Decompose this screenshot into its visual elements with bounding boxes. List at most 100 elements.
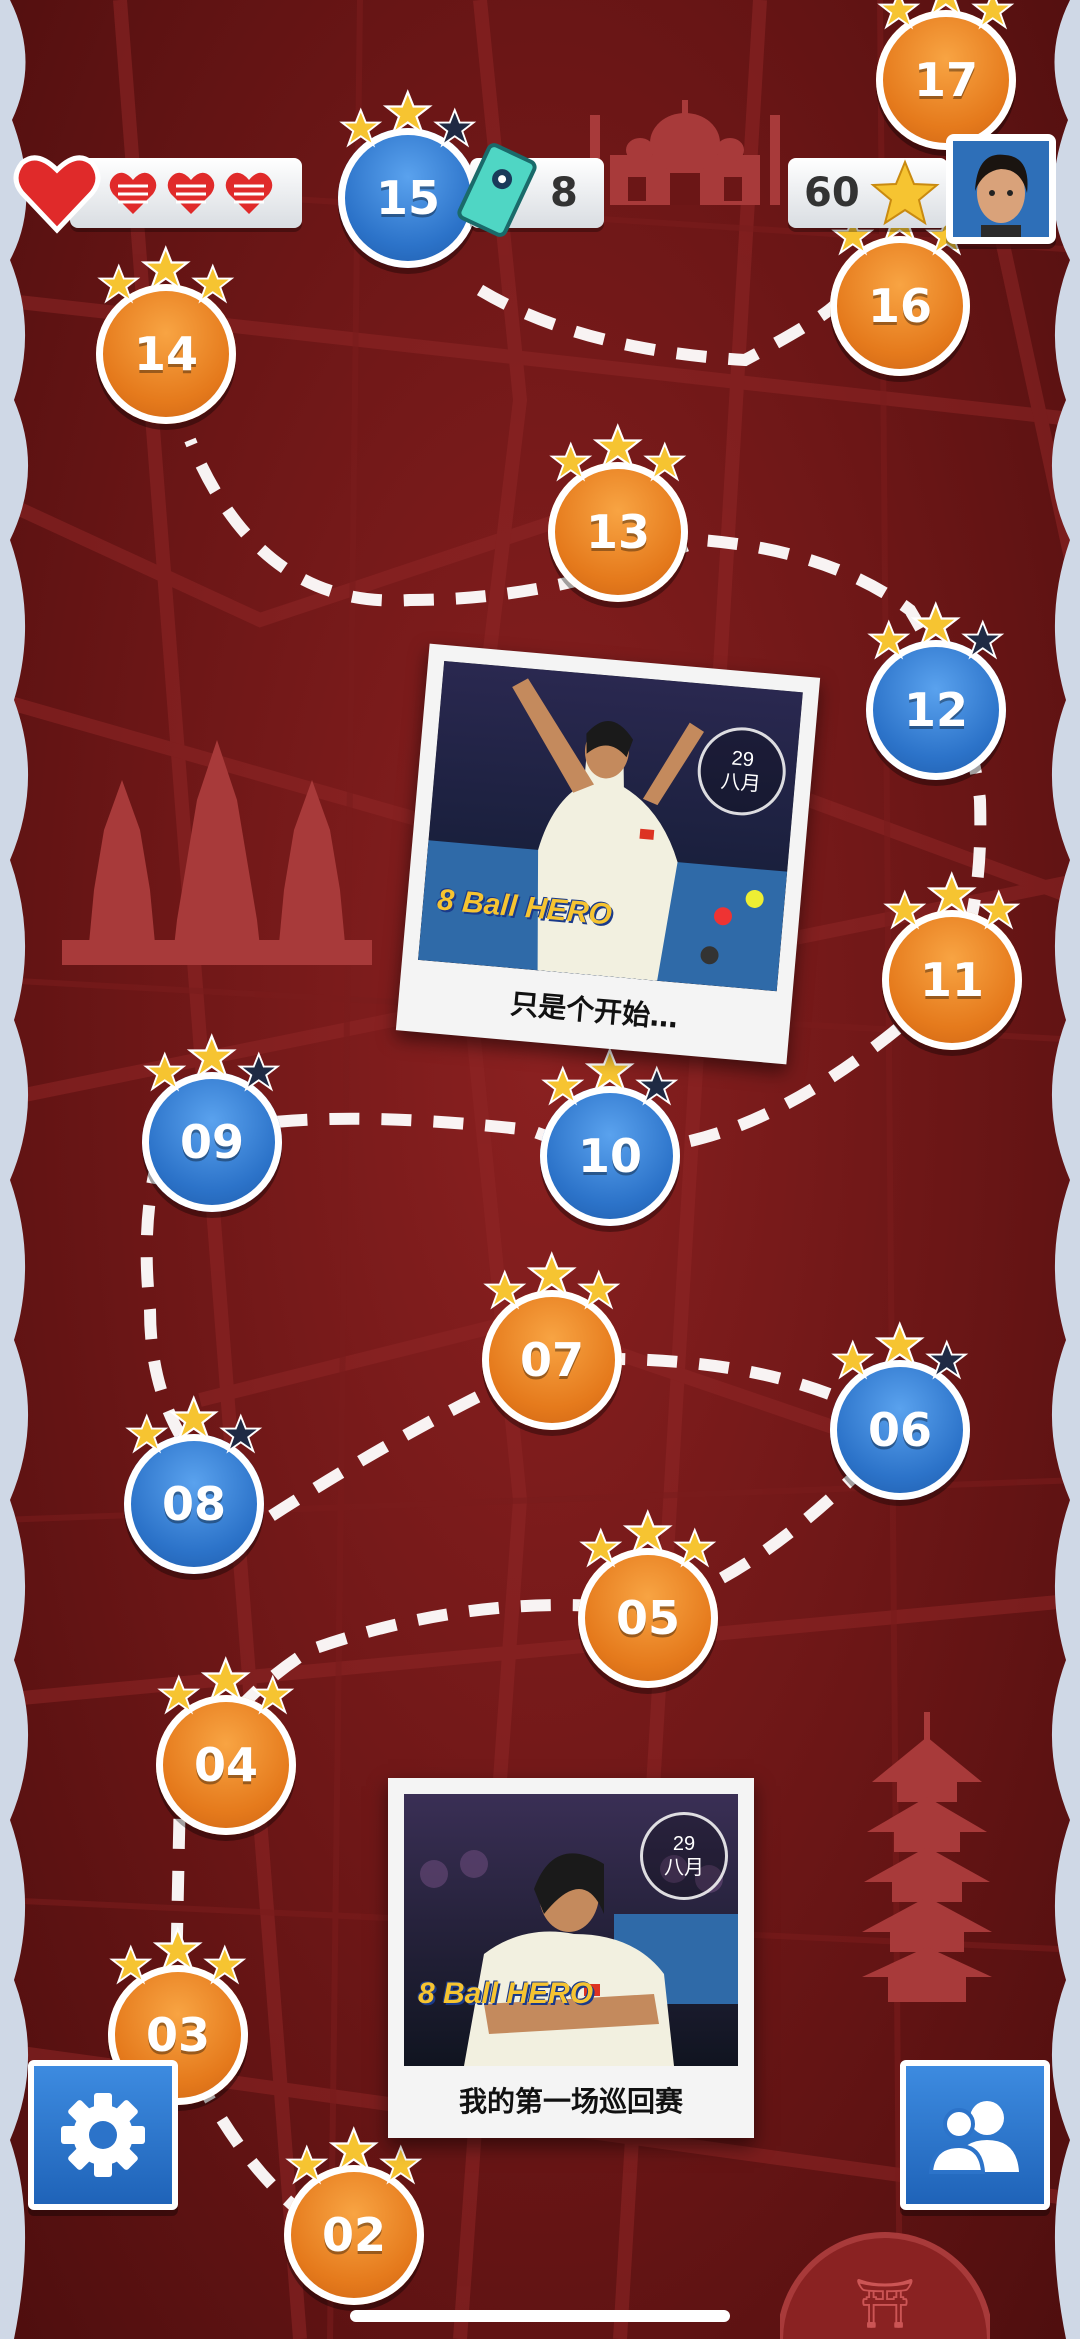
level-number: 08 xyxy=(161,1477,226,1531)
game-logo-2: 8 Ball HERO xyxy=(418,1977,594,2010)
photo-card-2[interactable]: 29 八月 8 Ball HERO 我的第一场巡回赛 xyxy=(388,1778,754,2138)
level-number: 03 xyxy=(145,2008,210,2062)
level-node-07[interactable]: 07 xyxy=(482,1251,622,1430)
level-stars xyxy=(109,1926,247,1985)
star-count: 60 xyxy=(804,170,860,216)
heart-icon xyxy=(13,155,101,234)
star-empty-icon xyxy=(219,1413,263,1454)
star-filled-icon xyxy=(910,601,961,648)
star-filled-icon xyxy=(977,889,1021,930)
star-empty-icon xyxy=(237,1051,281,1092)
star-filled-icon xyxy=(929,0,963,18)
star-filled-icon xyxy=(168,1395,219,1442)
level-node-05[interactable]: 05 xyxy=(578,1509,718,1688)
star-filled-icon xyxy=(143,1051,187,1092)
star-filled-icon xyxy=(285,2144,329,2185)
level-node-08[interactable]: 08 xyxy=(124,1395,264,1574)
cue-card-count: 8 xyxy=(550,170,578,216)
star-filled-icon xyxy=(186,1033,237,1080)
level-number: 07 xyxy=(519,1333,584,1387)
level-stars xyxy=(157,1656,295,1715)
star-filled-icon xyxy=(883,889,927,930)
level-stars xyxy=(579,1509,717,1568)
level-node-16[interactable]: 16 xyxy=(830,197,970,376)
level-node-17[interactable]: 17 xyxy=(876,0,1016,150)
star-filled-icon xyxy=(541,1065,585,1106)
level-number: 16 xyxy=(867,279,932,333)
star-filled-icon xyxy=(526,1251,577,1298)
avatar-image xyxy=(953,141,1049,237)
home-indicator xyxy=(350,2310,730,2322)
small-heart-icon xyxy=(225,172,273,214)
star-filled-icon xyxy=(867,619,911,660)
star-filled-icon xyxy=(203,1944,247,1985)
photo-card-2-caption: 我的第一场巡回赛 xyxy=(458,2085,683,2118)
level-number: 15 xyxy=(375,171,440,225)
level-stars xyxy=(877,0,1015,30)
star-filled-icon xyxy=(109,1944,153,1985)
level-node-02[interactable]: 02 xyxy=(284,2126,424,2305)
level-number: 10 xyxy=(577,1129,642,1183)
star-filled-icon xyxy=(379,2144,423,2185)
star-filled-icon xyxy=(584,1047,635,1094)
level-node-10[interactable]: 10 xyxy=(540,1047,680,1226)
player-avatar[interactable] xyxy=(946,134,1056,244)
star-filled-icon xyxy=(577,1269,621,1310)
level-node-06[interactable]: 06 xyxy=(830,1321,970,1500)
photo-card-2-day: 29 xyxy=(672,1833,696,1855)
level-stars xyxy=(339,89,477,148)
photo-card-1-day: 29 xyxy=(730,747,755,772)
photo-card-1[interactable]: 29 八月 8 Ball HERO 只是个开始… xyxy=(395,643,821,1065)
small-heart-icon xyxy=(109,172,157,214)
level-number: 04 xyxy=(193,1738,258,1792)
star-filled-icon xyxy=(579,1527,623,1568)
star-filled-icon xyxy=(251,1674,295,1715)
level-node-09[interactable]: 09 xyxy=(142,1033,282,1212)
star-filled-icon xyxy=(125,1413,169,1454)
level-number: 02 xyxy=(321,2208,386,2262)
star-filled-icon xyxy=(152,1926,203,1973)
level-stars xyxy=(867,601,1005,660)
level-node-11[interactable]: 11 xyxy=(882,871,1022,1050)
level-stars xyxy=(549,423,687,482)
star-filled-icon xyxy=(382,89,433,136)
star-filled-icon xyxy=(97,263,141,304)
level-stars xyxy=(883,871,1021,930)
player-photo-1 xyxy=(418,660,803,992)
settings-button[interactable] xyxy=(28,2060,178,2210)
level-number: 09 xyxy=(179,1115,244,1169)
star-filled-icon xyxy=(191,263,235,304)
level-stars xyxy=(831,1321,969,1380)
star-filled-icon xyxy=(483,1269,527,1310)
lives-panel[interactable] xyxy=(70,158,302,228)
star-empty-icon xyxy=(635,1065,679,1106)
star-filled-icon xyxy=(673,1527,717,1568)
star-filled-icon xyxy=(926,871,977,918)
gear-icon xyxy=(61,2093,145,2177)
star-filled-icon xyxy=(877,0,921,30)
level-stars xyxy=(97,245,235,304)
friends-icon xyxy=(928,2101,1019,2174)
cue-card-icon xyxy=(457,143,537,237)
level-number: 12 xyxy=(903,683,968,737)
level-number: 13 xyxy=(585,505,650,559)
level-number: 14 xyxy=(133,327,198,381)
star-filled-icon xyxy=(549,441,593,482)
level-number: 06 xyxy=(867,1403,932,1457)
star-filled-icon xyxy=(140,245,191,292)
level-stars xyxy=(541,1047,679,1106)
level-stars xyxy=(143,1033,281,1092)
level-node-04[interactable]: 04 xyxy=(156,1656,296,1835)
level-node-13[interactable]: 13 xyxy=(548,423,688,602)
level-node-14[interactable]: 14 xyxy=(96,245,236,424)
level-node-12[interactable]: 12 xyxy=(866,601,1006,780)
photo-card-2-date: 29 八月 xyxy=(640,1812,728,1900)
level-stars xyxy=(125,1395,263,1454)
star-filled-icon xyxy=(592,423,643,470)
photo-card-1-image: 29 八月 8 Ball HERO xyxy=(418,660,803,992)
star-filled-icon xyxy=(622,1509,673,1556)
photo-card-2-month: 八月 xyxy=(664,1857,704,1879)
star-filled-icon xyxy=(339,107,383,148)
friends-button[interactable] xyxy=(900,2060,1050,2210)
level-number: 17 xyxy=(913,53,978,107)
